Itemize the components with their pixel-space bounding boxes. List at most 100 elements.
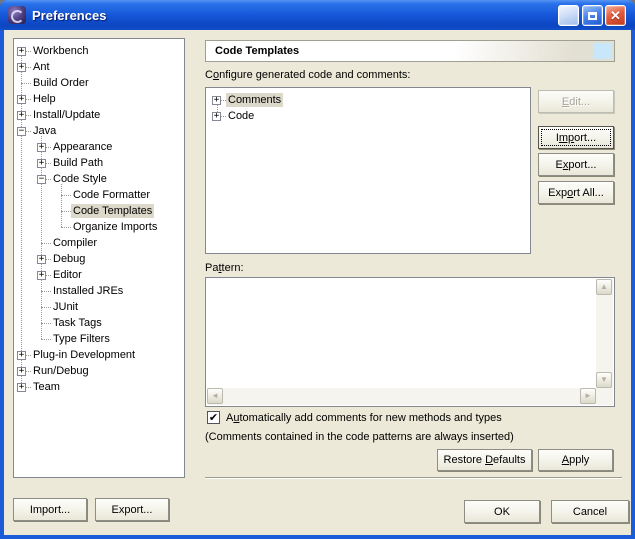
expand-plus-icon[interactable]: + [212,112,221,121]
expand-plus-icon[interactable]: + [212,96,221,105]
apply-button[interactable]: Apply [538,449,613,471]
tree-item-label: Workbench [31,44,90,58]
footer-separator [205,477,622,479]
horizontal-scrollbar[interactable]: ◄ ► [207,388,596,405]
header-highlight [594,43,612,59]
title-bar[interactable]: Preferences ✕ [0,0,635,30]
tree-item-ant[interactable]: +Ant [14,59,184,75]
tree-item-label: Run/Debug [31,364,91,378]
tree-item-java[interactable]: −Java [14,123,184,139]
preferences-tree[interactable]: +Workbench+AntBuild Order+Help+Install/U… [13,38,185,478]
tree-item-label: Install/Update [31,108,102,122]
tree-item-compiler[interactable]: Compiler [14,235,184,251]
tree-item-workbench[interactable]: + Workbench [14,43,184,59]
tree-item-label: Build Order [31,76,91,90]
tree-connector [41,323,51,324]
maximize-button[interactable] [582,5,603,26]
tree-item-code[interactable]: + Code [206,108,530,124]
preferences-dialog: Preferences ✕ +Workbench+AntBuild Order+… [0,0,635,539]
tree-item-label: Compiler [51,236,99,250]
tree-item-debug[interactable]: + Debug [14,251,184,267]
scroll-up-icon[interactable]: ▲ [596,279,612,295]
footer-export-button[interactable]: Export... [95,498,169,521]
expand-plus-icon[interactable]: + [17,351,26,360]
tree-item-help[interactable]: +Help [14,91,184,107]
tree-connector [41,291,51,292]
tree-item-code-templates[interactable]: Code Templates [14,203,184,219]
header-gradient [402,41,614,61]
auto-comments-checkbox[interactable]: ✔ [207,411,220,424]
tree-item-installed-jres[interactable]: Installed JREs [14,283,184,299]
expand-plus-icon[interactable]: + [17,367,26,376]
tree-item-label: Plug-in Development [31,348,137,362]
template-tree[interactable]: + Comments + Code [205,87,531,254]
tree-item-appearance[interactable]: + Appearance [14,139,184,155]
tree-item-code-formatter[interactable]: Code Formatter [14,187,184,203]
eclipse-icon [8,6,26,24]
export-button[interactable]: Export... [538,153,614,176]
tree-item-code-style[interactable]: −Code Style [14,171,184,187]
tree-item-plug-in-development[interactable]: + Plug-in Development [14,347,184,363]
expand-plus-icon[interactable]: + [37,255,46,264]
import-button[interactable]: Import... [538,126,614,149]
expand-plus-icon[interactable]: + [37,143,46,152]
tree-item-label: Debug [51,252,87,266]
footer-import-button[interactable]: Import... [13,498,87,521]
maximize-icon [588,12,597,20]
tree-connector [41,243,51,244]
tree-item-label: Code [226,109,256,123]
dialog-body: +Workbench+AntBuild Order+Help+Install/U… [4,30,631,535]
tree-item-label: Java [31,124,58,138]
edit-button[interactable]: Edit... [538,90,614,113]
tree-item-team[interactable]: + Team [14,379,184,395]
minimize-button[interactable] [558,5,579,26]
expand-plus-icon[interactable]: + [37,271,46,280]
tree-item-comments[interactable]: + Comments [206,92,530,108]
tree-item-build-order[interactable]: Build Order [14,75,184,91]
pattern-label: Pattern: [205,262,244,274]
tree-connector [61,211,71,212]
cancel-button[interactable]: Cancel [551,500,629,523]
tree-item-label: Task Tags [51,316,104,330]
pattern-text [208,280,594,386]
expand-plus-icon[interactable]: + [37,159,46,168]
collapse-minus-icon[interactable]: − [17,127,26,136]
tree-item-label: Organize Imports [71,220,159,234]
tree-item-install-update[interactable]: + Install/Update [14,107,184,123]
tree-item-run-debug[interactable]: + Run/Debug [14,363,184,379]
scroll-down-icon[interactable]: ▼ [596,372,612,388]
scroll-left-icon[interactable]: ◄ [207,388,223,404]
expand-plus-icon[interactable]: + [17,383,26,392]
tree-connector [61,195,71,196]
tree-item-label: Team [31,380,62,394]
tree-item-label: JUnit [51,300,80,314]
tree-item-build-path[interactable]: + Build Path [14,155,184,171]
restore-defaults-button[interactable]: Restore Defaults [437,449,532,471]
expand-plus-icon[interactable]: + [17,95,26,104]
expand-plus-icon[interactable]: + [17,47,26,56]
expand-plus-icon[interactable]: + [17,63,26,72]
auto-comments-label[interactable]: Automatically add comments for new metho… [226,412,502,424]
tree-item-label: Installed JREs [51,284,125,298]
close-icon: ✕ [610,9,621,22]
tree-item-organize-imports[interactable]: Organize Imports [14,219,184,235]
tree-item-label: Appearance [51,140,114,154]
tree-item-editor[interactable]: +Editor [14,267,184,283]
export-all-button[interactable]: Export All... [538,181,614,204]
vertical-scrollbar[interactable]: ▲ ▼ [596,279,613,388]
tree-item-label: Code Formatter [71,188,152,202]
expand-plus-icon[interactable]: + [17,111,26,120]
scroll-right-icon[interactable]: ► [580,388,596,404]
close-button[interactable]: ✕ [605,5,626,26]
configure-label: Configure generated code and comments: [205,69,410,81]
tree-item-task-tags[interactable]: Task Tags [14,315,184,331]
ok-button[interactable]: OK [464,500,540,523]
collapse-minus-icon[interactable]: − [37,175,46,184]
pattern-textarea[interactable]: ▲ ▼ ◄ ► [205,277,615,407]
tree-item-label: Comments [226,93,283,107]
minimize-icon [565,19,573,22]
tree-item-junit[interactable]: JUnit [14,299,184,315]
tree-item-label: Build Path [51,156,105,170]
tree-item-type-filters[interactable]: Type Filters [14,331,184,347]
tree-item-label: Code Style [51,172,109,186]
